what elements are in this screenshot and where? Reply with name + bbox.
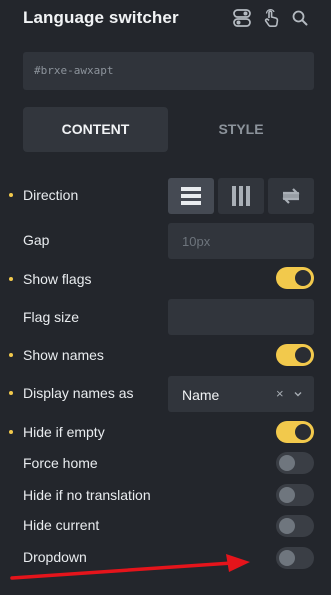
chevron-down-icon[interactable] [292,388,304,400]
direction-rows-button[interactable] [168,178,214,214]
element-id-field[interactable]: #brxe-awxapt [23,52,314,90]
display-names-as-value: Name [182,387,220,403]
panel-header: Language switcher [23,8,331,30]
modified-indicator-dot [9,391,13,395]
gap-label: Gap [23,232,50,248]
pointer-hand-icon[interactable] [261,8,281,28]
flag-size-input[interactable] [168,299,314,335]
toggle-knob [279,487,295,503]
search-icon[interactable] [290,8,310,28]
show-flags-toggle[interactable] [276,267,314,289]
force-home-label: Force home [23,455,98,471]
modified-indicator-dot [9,353,13,357]
tab-content[interactable]: CONTENT [23,107,168,152]
direction-label: Direction [23,187,79,203]
panel-title: Language switcher [23,8,179,27]
gap-placeholder: 10px [182,234,211,249]
toggle-knob [295,270,311,286]
hide-if-empty-toggle[interactable] [276,421,314,443]
force-home-toggle[interactable] [276,452,314,474]
toggle-knob [279,455,295,471]
direction-button-group [168,178,314,214]
tab-style[interactable]: STYLE [168,107,314,152]
annotation-arrow-icon [10,554,250,580]
hide-current-label: Hide current [23,517,100,533]
toggle-settings-icon[interactable] [232,8,252,28]
show-names-label: Show names [23,347,104,363]
hide-if-empty-label: Hide if empty [23,424,105,440]
display-names-as-select[interactable]: Name × [168,376,314,412]
toggle-knob [279,518,295,534]
rows-icon [181,187,201,205]
clear-icon[interactable]: × [276,386,284,401]
modified-indicator-dot [9,193,13,197]
columns-icon [232,186,250,206]
modified-indicator-dot [9,430,13,434]
dropdown-toggle[interactable] [276,547,314,569]
toggle-knob [279,550,295,566]
hide-if-no-translation-label: Hide if no translation [23,487,151,503]
hide-current-toggle[interactable] [276,515,314,537]
hide-if-no-translation-toggle[interactable] [276,484,314,506]
show-names-toggle[interactable] [276,344,314,366]
swap-icon [282,188,300,204]
toggle-knob [295,424,311,440]
show-flags-label: Show flags [23,271,92,287]
display-names-as-label: Display names as [23,385,134,401]
flag-size-label: Flag size [23,309,80,325]
toggle-knob [295,347,311,363]
gap-input[interactable]: 10px [168,223,314,259]
element-id-text: #brxe-awxapt [34,64,114,77]
modified-indicator-dot [9,277,13,281]
direction-reverse-button[interactable] [268,178,314,214]
direction-columns-button[interactable] [218,178,264,214]
